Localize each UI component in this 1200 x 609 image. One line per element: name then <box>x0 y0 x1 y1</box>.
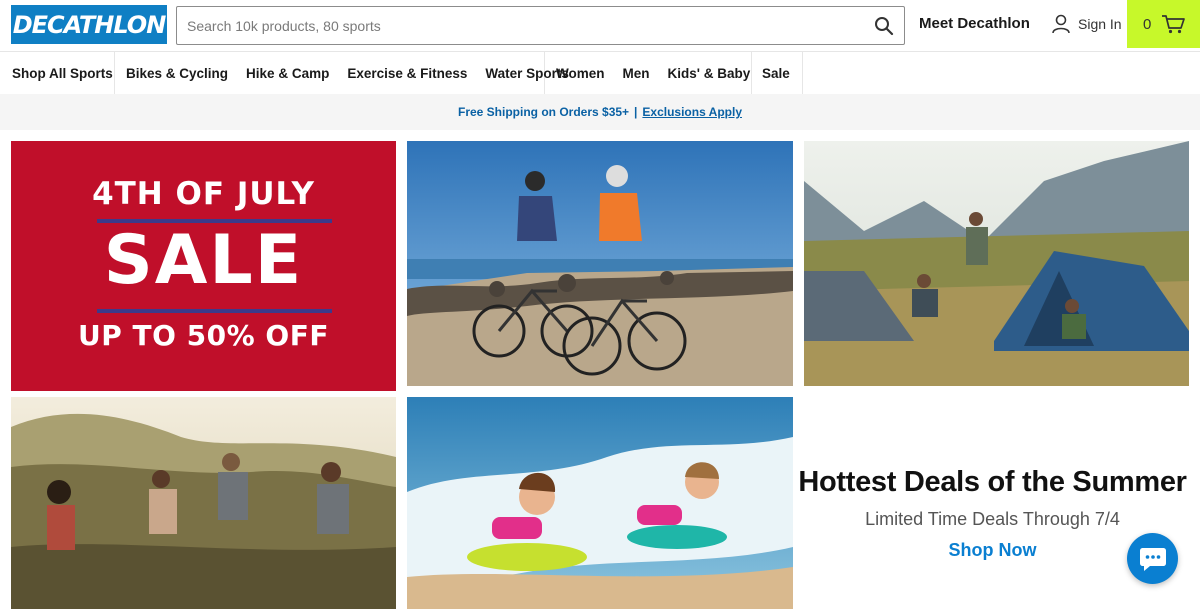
nav-kids-baby[interactable]: Kids' & Baby <box>659 66 760 81</box>
search-bar <box>176 6 905 45</box>
sale-discount: UP TO 50% OFF <box>78 319 329 352</box>
nav-sale[interactable]: Sale <box>753 66 799 81</box>
sale-banner[interactable]: 4TH OF JULY SALE UP TO 50% OFF <box>11 141 396 391</box>
cart-button[interactable]: 0 <box>1127 0 1200 48</box>
promo-text: Free Shipping on Orders $35+ <box>458 105 630 119</box>
chat-icon <box>1139 547 1166 571</box>
sign-in-label: Sign In <box>1078 16 1122 32</box>
nav-group-sports: Bikes & Cycling Hike & Camp Exercise & F… <box>115 52 569 94</box>
hiking-photo[interactable] <box>11 397 396 609</box>
nav-group-sale: Sale <box>752 52 803 94</box>
sale-divider-bottom <box>97 309 332 313</box>
sale-headline: SALE <box>103 221 304 300</box>
nav-women[interactable]: Women <box>547 66 614 81</box>
sale-headline-date: 4TH OF JULY <box>92 176 315 212</box>
user-icon <box>1052 14 1070 34</box>
nav-hike-camp[interactable]: Hike & Camp <box>237 66 338 81</box>
search-icon[interactable] <box>874 16 894 36</box>
camping-photo[interactable] <box>804 141 1189 386</box>
search-input[interactable] <box>177 7 857 44</box>
nav-group-all: Shop All Sports <box>3 52 115 94</box>
sign-in-link[interactable]: Sign In <box>1052 14 1122 34</box>
bodyboarding-photo[interactable] <box>407 397 793 609</box>
decathlon-logo[interactable]: DECATHLON <box>11 5 167 44</box>
meet-decathlon-link[interactable]: Meet Decathlon <box>919 15 1030 32</box>
nav-bikes-cycling[interactable]: Bikes & Cycling <box>117 66 237 81</box>
cart-count: 0 <box>1143 15 1152 33</box>
deals-headline: Hottest Deals of the Summer <box>798 466 1187 498</box>
nav-group-people: Women Men Kids' & Baby <box>545 52 752 94</box>
cycling-photo[interactable] <box>407 141 793 386</box>
chat-button[interactable] <box>1127 533 1178 584</box>
nav-exercise-fitness[interactable]: Exercise & Fitness <box>338 66 476 81</box>
main-nav: Shop All Sports Bikes & Cycling Hike & C… <box>0 52 1200 94</box>
promo-banner: Free Shipping on Orders $35+ | Exclusion… <box>0 94 1200 130</box>
deals-subtext: Limited Time Deals Through 7/4 <box>865 509 1120 529</box>
site-header: DECATHLON Meet Decathlon Sign In 0 <box>0 0 1200 52</box>
nav-shop-all-sports[interactable]: Shop All Sports <box>3 66 122 81</box>
nav-men[interactable]: Men <box>614 66 659 81</box>
exclusions-link[interactable]: Exclusions Apply <box>642 105 742 119</box>
promo-separator: | <box>634 105 638 119</box>
cart-icon <box>1162 15 1186 34</box>
shop-now-link[interactable]: Shop Now <box>949 540 1037 561</box>
